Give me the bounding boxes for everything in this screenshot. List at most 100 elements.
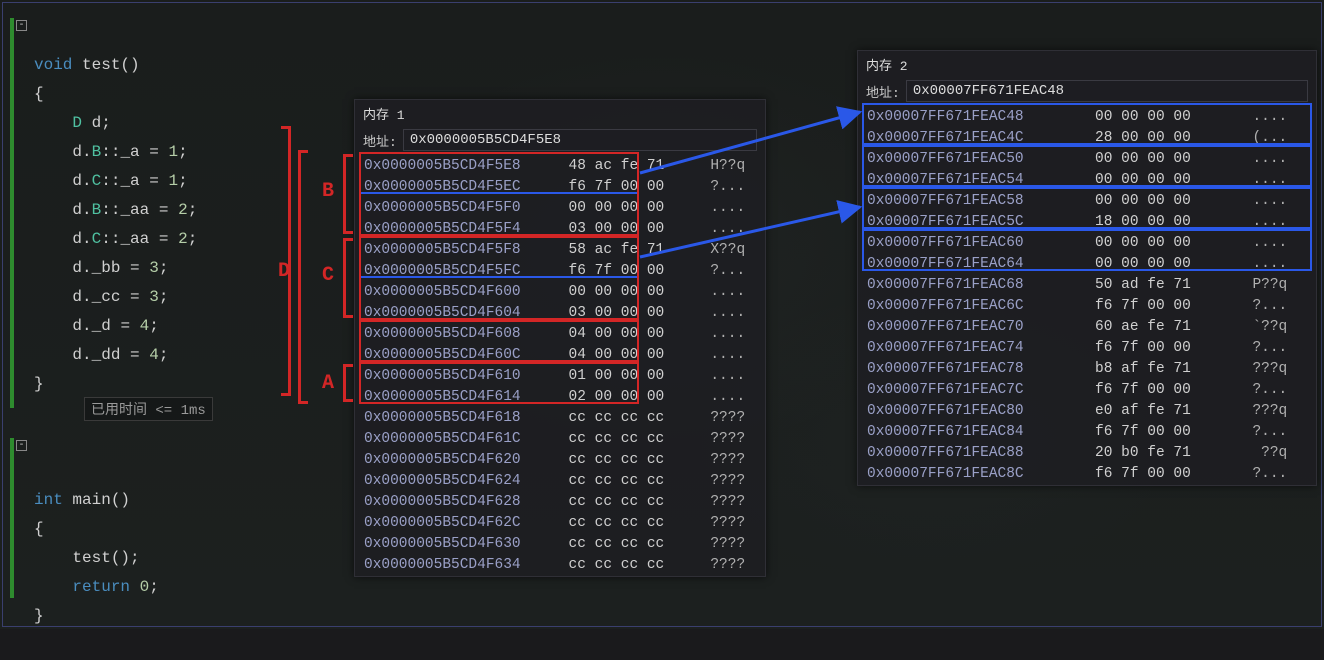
memory-bytes: 00 00 00 00	[556, 282, 689, 303]
memory-row[interactable]: 0x0000005B5CD4F60C 04 00 00 00 ....	[355, 345, 765, 366]
memory-address: 0x0000005B5CD4F5F8	[355, 240, 556, 261]
memory-bytes: cc cc cc cc	[556, 513, 689, 534]
memory-ascii: ?...	[689, 261, 765, 282]
memory-address: 0x00007FF671FEAC60	[858, 233, 1082, 254]
memory-row[interactable]: 0x00007FF671FEAC6C f6 7f 00 00 ?...	[858, 296, 1316, 317]
memory-row[interactable]: 0x0000005B5CD4F5F8 58 ac fe 71 X??q	[355, 240, 765, 261]
memory-bytes: 01 00 00 00	[556, 366, 689, 387]
memory-row[interactable]: 0x0000005B5CD4F62C cc cc cc cc ????	[355, 513, 765, 534]
memory-ascii: ????	[689, 555, 765, 576]
memory-row[interactable]: 0x00007FF671FEAC54 00 00 00 00 ....	[858, 170, 1316, 191]
memory-row[interactable]: 0x00007FF671FEAC48 00 00 00 00 ....	[858, 107, 1316, 128]
memory-row[interactable]: 0x0000005B5CD4F628 cc cc cc cc ????	[355, 492, 765, 513]
memory-row[interactable]: 0x0000005B5CD4F604 03 00 00 00 ....	[355, 303, 765, 324]
memory-row[interactable]: 0x00007FF671FEAC7C f6 7f 00 00 ?...	[858, 380, 1316, 401]
memory-bytes: f6 7f 00 00	[556, 177, 689, 198]
memory-row[interactable]: 0x00007FF671FEAC5C 18 00 00 00 ....	[858, 212, 1316, 233]
codelens-timing[interactable]: 已用时间 <= 1ms	[84, 397, 213, 421]
memory-bytes: cc cc cc cc	[556, 555, 689, 576]
memory-address: 0x00007FF671FEAC48	[858, 107, 1082, 128]
memory-panel-2: 内存 2 地址: 0x00007FF671FEAC48 00 00 00 00 …	[857, 50, 1317, 486]
memory-bytes: 04 00 00 00	[556, 324, 689, 345]
memory-address: 0x00007FF671FEAC78	[858, 359, 1082, 380]
memory-address: 0x0000005B5CD4F608	[355, 324, 556, 345]
memory-row[interactable]: 0x00007FF671FEAC4C 28 00 00 00 (...	[858, 128, 1316, 149]
memory-bytes: 04 00 00 00	[556, 345, 689, 366]
memory-address: 0x0000005B5CD4F628	[355, 492, 556, 513]
memory-bytes: 00 00 00 00	[1082, 233, 1231, 254]
memory-ascii: ?...	[689, 177, 765, 198]
memory-row[interactable]: 0x0000005B5CD4F5EC f6 7f 00 00 ?...	[355, 177, 765, 198]
memory-row[interactable]: 0x00007FF671FEAC50 00 00 00 00 ....	[858, 149, 1316, 170]
memory-row[interactable]: 0x0000005B5CD4F61C cc cc cc cc ????	[355, 429, 765, 450]
memory-row[interactable]: 0x0000005B5CD4F614 02 00 00 00 ....	[355, 387, 765, 408]
memory-bytes: 60 ae fe 71	[1082, 317, 1231, 338]
memory-row[interactable]: 0x0000005B5CD4F618 cc cc cc cc ????	[355, 408, 765, 429]
memory-row[interactable]: 0x0000005B5CD4F630 cc cc cc cc ????	[355, 534, 765, 555]
label-b: B	[322, 180, 334, 203]
memory-row[interactable]: 0x0000005B5CD4F620 cc cc cc cc ????	[355, 450, 765, 471]
memory-ascii: ....	[1231, 107, 1316, 128]
memory-bytes: 20 b0 fe 71	[1082, 443, 1231, 464]
memory-ascii: ....	[689, 366, 765, 387]
memory-ascii: ....	[1231, 212, 1316, 233]
memory-row[interactable]: 0x0000005B5CD4F5FC f6 7f 00 00 ?...	[355, 261, 765, 282]
memory-address: 0x0000005B5CD4F614	[355, 387, 556, 408]
memory-ascii: ....	[689, 303, 765, 324]
memory-address: 0x00007FF671FEAC84	[858, 422, 1082, 443]
memory-address: 0x00007FF671FEAC8C	[858, 464, 1082, 485]
bracket-icon	[343, 154, 353, 234]
memory-row[interactable]: 0x00007FF671FEAC60 00 00 00 00 ....	[858, 233, 1316, 254]
memory-ascii: ??q	[1231, 443, 1316, 464]
keyword: int	[34, 491, 63, 509]
memory-address: 0x0000005B5CD4F634	[355, 555, 556, 576]
memory-row[interactable]: 0x00007FF671FEAC78 b8 af fe 71 ???q	[858, 359, 1316, 380]
memory-row[interactable]: 0x00007FF671FEAC8C f6 7f 00 00 ?...	[858, 464, 1316, 485]
memory-bytes: cc cc cc cc	[556, 408, 689, 429]
memory-address: 0x0000005B5CD4F610	[355, 366, 556, 387]
memory-row[interactable]: 0x00007FF671FEAC64 00 00 00 00 ....	[858, 254, 1316, 275]
memory-row[interactable]: 0x00007FF671FEAC70 60 ae fe 71 `??q	[858, 317, 1316, 338]
label-c: C	[322, 264, 334, 287]
memory-bytes: 28 00 00 00	[1082, 128, 1231, 149]
memory-row[interactable]: 0x00007FF671FEAC88 20 b0 fe 71 ??q	[858, 443, 1316, 464]
memory-table[interactable]: 0x0000005B5CD4F5E8 48 ac fe 71 H??q0x000…	[355, 156, 765, 576]
memory-row[interactable]: 0x0000005B5CD4F608 04 00 00 00 ....	[355, 324, 765, 345]
memory-row[interactable]: 0x0000005B5CD4F624 cc cc cc cc ????	[355, 471, 765, 492]
memory-row[interactable]: 0x0000005B5CD4F634 cc cc cc cc ????	[355, 555, 765, 576]
memory-row[interactable]: 0x00007FF671FEAC68 50 ad fe 71 P??q	[858, 275, 1316, 296]
memory-table[interactable]: 0x00007FF671FEAC48 00 00 00 00 ....0x000…	[858, 107, 1316, 485]
memory-row[interactable]: 0x00007FF671FEAC84 f6 7f 00 00 ?...	[858, 422, 1316, 443]
memory-address: 0x00007FF671FEAC68	[858, 275, 1082, 296]
fold-icon[interactable]: -	[16, 20, 27, 31]
function-name: test	[82, 56, 120, 74]
memory-row[interactable]: 0x0000005B5CD4F5E8 48 ac fe 71 H??q	[355, 156, 765, 177]
memory-ascii: ....	[689, 198, 765, 219]
code-editor[interactable]: void test() { D d; d.B::_a = 1; d.C::_a …	[34, 22, 197, 660]
memory-ascii: X??q	[689, 240, 765, 261]
editor-gutter: - -	[6, 6, 28, 623]
memory-address: 0x0000005B5CD4F620	[355, 450, 556, 471]
memory-row[interactable]: 0x0000005B5CD4F5F4 03 00 00 00 ....	[355, 219, 765, 240]
memory-ascii: ....	[1231, 149, 1316, 170]
memory-row[interactable]: 0x00007FF671FEAC58 00 00 00 00 ....	[858, 191, 1316, 212]
memory-panel-title: 内存 2	[858, 51, 1316, 78]
fold-icon[interactable]: -	[16, 440, 27, 451]
memory-ascii: ?...	[1231, 380, 1316, 401]
address-input[interactable]	[906, 80, 1308, 102]
memory-row[interactable]: 0x00007FF671FEAC74 f6 7f 00 00 ?...	[858, 338, 1316, 359]
memory-row[interactable]: 0x0000005B5CD4F5F0 00 00 00 00 ....	[355, 198, 765, 219]
memory-address: 0x00007FF671FEAC54	[858, 170, 1082, 191]
memory-address: 0x00007FF671FEAC58	[858, 191, 1082, 212]
memory-address: 0x00007FF671FEAC6C	[858, 296, 1082, 317]
memory-row[interactable]: 0x0000005B5CD4F610 01 00 00 00 ....	[355, 366, 765, 387]
address-input[interactable]	[403, 129, 757, 151]
memory-bytes: 03 00 00 00	[556, 303, 689, 324]
memory-ascii: ....	[689, 324, 765, 345]
memory-address: 0x00007FF671FEAC70	[858, 317, 1082, 338]
function-name: main	[72, 491, 110, 509]
address-label: 地址:	[866, 82, 900, 101]
memory-address: 0x0000005B5CD4F5EC	[355, 177, 556, 198]
memory-row[interactable]: 0x0000005B5CD4F600 00 00 00 00 ....	[355, 282, 765, 303]
memory-row[interactable]: 0x00007FF671FEAC80 e0 af fe 71 ???q	[858, 401, 1316, 422]
